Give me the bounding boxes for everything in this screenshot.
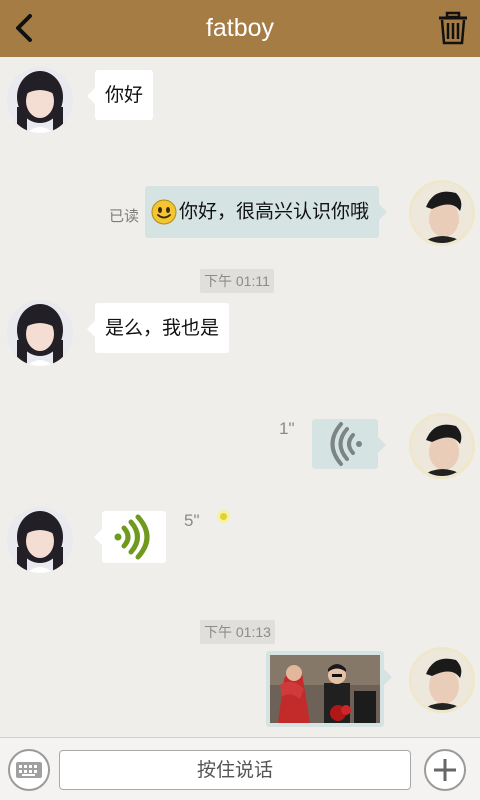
voice-message-bubble[interactable]: [312, 419, 386, 469]
trash-icon: [439, 11, 467, 45]
timestamp: 下午 01:11: [200, 269, 274, 293]
voice-duration: 1": [279, 419, 295, 438]
girl-portrait-icon: [7, 507, 73, 573]
boy-portrait-icon: [412, 416, 472, 476]
message-text: 你好: [105, 84, 144, 106]
timestamp: 下午 01:13: [200, 620, 275, 644]
title-bar: fatboy: [0, 0, 480, 57]
message-text: 是么，我也是: [105, 317, 220, 339]
chat-title: fatboy: [205, 14, 275, 42]
girl-portrait-icon: [7, 300, 73, 366]
message-bubble[interactable]: 是么，我也是: [86, 303, 230, 353]
my-avatar[interactable]: [409, 180, 475, 246]
message-bubble[interactable]: 你好: [86, 70, 154, 120]
voice-message-bubble[interactable]: [94, 511, 166, 563]
my-avatar[interactable]: [409, 413, 475, 479]
wedding-photo-thumbnail: [270, 655, 380, 723]
boy-portrait-icon: [412, 183, 472, 243]
contact-avatar[interactable]: [7, 507, 73, 573]
message-bubble[interactable]: 你好，很高兴认识你哦: [145, 186, 388, 238]
plus-icon: [434, 759, 456, 781]
keyboard-toggle-button[interactable]: [8, 749, 50, 791]
image-message-bubble[interactable]: [266, 651, 392, 727]
contact-avatar[interactable]: [7, 300, 73, 366]
hold-to-talk-button[interactable]: 按住说话: [59, 750, 411, 790]
delete-chat-button[interactable]: [436, 10, 470, 46]
boy-portrait-icon: [412, 650, 472, 710]
message-text: 你好，很高兴认识你哦: [179, 200, 370, 223]
voice-wave-icon: [114, 514, 150, 560]
smiley-emoji-icon: [151, 199, 177, 225]
girl-portrait-icon: [7, 67, 73, 133]
contact-avatar[interactable]: [7, 67, 73, 133]
my-avatar[interactable]: [409, 647, 475, 713]
read-status: 已读: [109, 207, 140, 225]
unread-dot: [217, 510, 230, 523]
input-bar: 按住说话: [0, 737, 480, 800]
message-list[interactable]: 你好 已读 你好，很高兴认识你哦 下午 01:11 是么，我也是 1" 5" 下…: [0, 57, 480, 737]
keyboard-icon: [16, 762, 42, 778]
voice-wave-icon: [330, 422, 362, 466]
voice-duration: 5": [184, 511, 200, 530]
more-options-button[interactable]: [424, 749, 466, 791]
